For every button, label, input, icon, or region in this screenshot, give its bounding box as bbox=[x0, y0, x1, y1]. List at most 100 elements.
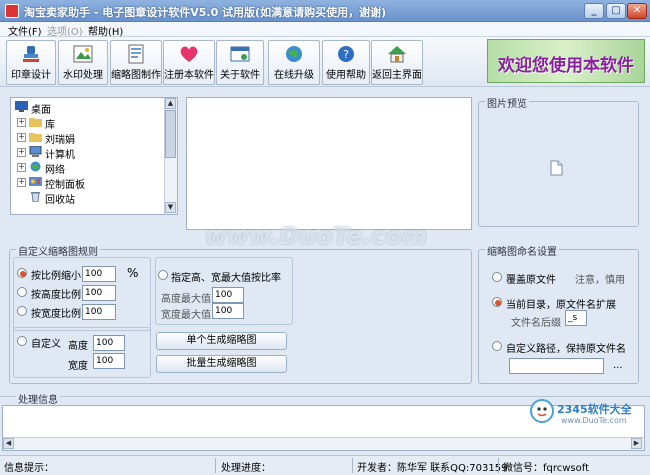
custom-width-input[interactable]: 100 bbox=[93, 353, 125, 369]
ratio-input[interactable]: 100 bbox=[82, 266, 116, 282]
preview-title: 图片预览 bbox=[485, 95, 529, 110]
minimize-button[interactable]: _ bbox=[584, 3, 604, 19]
current-dir-radio[interactable] bbox=[492, 297, 502, 307]
height-ratio-radio[interactable] bbox=[17, 287, 27, 297]
toolbar-label: 注册本软件 bbox=[164, 70, 214, 81]
scroll-left-arrow-icon[interactable]: ◀ bbox=[3, 438, 14, 449]
custom-path-input[interactable] bbox=[509, 358, 604, 374]
register-button[interactable]: 注册本软件 bbox=[163, 40, 215, 85]
toolbar-label: 返回主界面 bbox=[372, 70, 422, 81]
wechat-info: 微信号：fqrcwsoft bbox=[503, 463, 590, 474]
log-h-scrollbar[interactable]: ◀ ▶ bbox=[3, 437, 644, 450]
caution-note: 注意，慎用 bbox=[575, 275, 625, 286]
menu-options[interactable]: 选项(O) bbox=[47, 23, 83, 38]
custom-height-label: 高度 bbox=[68, 341, 88, 352]
seal-icon bbox=[23, 46, 39, 62]
toolbar-label: 水印处理 bbox=[63, 70, 103, 81]
menu-bar: 文件(F) 选项(O) 帮助(H) bbox=[0, 22, 650, 38]
status-progress-label: 处理进度： bbox=[221, 463, 271, 474]
mascot-icon bbox=[530, 399, 554, 423]
single-generate-button[interactable]: 单个生成缩略图 bbox=[156, 332, 287, 350]
status-separator bbox=[498, 458, 499, 473]
height-ratio-label: 按高度比例 bbox=[31, 290, 81, 301]
toolbar-label: 缩略图制作 bbox=[111, 70, 161, 81]
toolbar-label: 使用帮助 bbox=[326, 70, 366, 81]
computer-icon bbox=[29, 146, 42, 157]
blank-file-icon bbox=[550, 160, 563, 176]
menu-help[interactable]: 帮助(H) bbox=[88, 23, 123, 38]
thumbnail-rules-title: 自定义缩略图规则 bbox=[16, 243, 100, 258]
return-main-button[interactable]: 返回主界面 bbox=[371, 40, 423, 85]
site-watermark: 2345软件大全 www.DuoTe.com bbox=[527, 395, 645, 435]
watermark-button[interactable]: 水印处理 bbox=[58, 40, 108, 85]
expand-icon[interactable]: + bbox=[17, 133, 26, 142]
suffix-label: 文件名后缀 bbox=[511, 318, 561, 329]
menu-file[interactable]: 文件(F) bbox=[8, 23, 42, 38]
about-icon bbox=[230, 46, 250, 62]
custom-path-radio[interactable] bbox=[492, 341, 502, 351]
banner-text: 欢迎您使用本软件 bbox=[498, 56, 634, 76]
scroll-down-arrow-icon[interactable]: ▼ bbox=[165, 202, 176, 213]
file-list[interactable] bbox=[186, 97, 472, 230]
recycle-bin-icon bbox=[31, 192, 40, 202]
title-bar[interactable]: 淘宝卖家助手 - 电子图章设计软件V5.0 试用版(如满意请购买使用，谢谢) _… bbox=[0, 0, 650, 22]
site-watermark-url: www.DuoTe.com bbox=[561, 416, 627, 425]
width-ratio-input[interactable]: 100 bbox=[82, 304, 116, 320]
desktop-icon bbox=[15, 101, 28, 112]
thumbnail-rules-group: 自定义缩略图规则 按比例缩小 100 % 按高度比例 100 按宽度比例 100… bbox=[9, 243, 472, 384]
register-heart-icon bbox=[180, 46, 198, 62]
expand-icon[interactable]: + bbox=[17, 148, 26, 157]
folder-tree[interactable]: 桌面 + 库 + 刘瑞娟 + 计算机 + 网络 + 控制面板 回收站 ▲ ▼ bbox=[10, 97, 178, 215]
batch-generate-button[interactable]: 批量生成缩略图 bbox=[156, 355, 287, 373]
overwrite-radio[interactable] bbox=[492, 272, 502, 282]
expand-icon[interactable]: + bbox=[17, 163, 26, 172]
max-height-input[interactable]: 100 bbox=[212, 287, 244, 303]
seal-design-button[interactable]: 印章设计 bbox=[6, 40, 56, 85]
control-panel-icon bbox=[29, 177, 42, 186]
online-update-button[interactable]: 在线升级 bbox=[268, 40, 320, 85]
custom-radio[interactable] bbox=[17, 336, 27, 346]
custom-path-label: 自定义路径，保持原文件名 bbox=[506, 344, 626, 355]
overwrite-label: 覆盖原文件 bbox=[506, 275, 556, 286]
scroll-thumb[interactable] bbox=[165, 110, 176, 158]
status-separator bbox=[352, 458, 353, 473]
close-button[interactable]: ✕ bbox=[627, 3, 647, 19]
percent-label: % bbox=[127, 266, 139, 280]
custom-label: 自定义 bbox=[31, 339, 61, 350]
status-separator bbox=[215, 458, 216, 473]
app-icon bbox=[5, 4, 19, 18]
height-ratio-input[interactable]: 100 bbox=[82, 285, 116, 301]
scroll-up-arrow-icon[interactable]: ▲ bbox=[165, 98, 176, 109]
status-bar: 信息提示： 处理进度： 开发者：陈华军 联系QQ:703159 微信号：fqrc… bbox=[0, 455, 650, 475]
scroll-right-arrow-icon[interactable]: ▶ bbox=[631, 438, 642, 449]
thumbnail-icon bbox=[128, 44, 144, 64]
browse-button[interactable]: ... bbox=[613, 360, 623, 371]
home-icon bbox=[388, 46, 406, 63]
thumbnail-button[interactable]: 缩略图制作 bbox=[110, 40, 162, 85]
width-ratio-radio[interactable] bbox=[17, 306, 27, 316]
max-ratio-radio[interactable] bbox=[158, 270, 168, 280]
library-folder-icon bbox=[29, 118, 42, 127]
naming-group: 缩略图命名设置 覆盖原文件 注意，慎用 当前目录，原文件名扩展 文件名后缀 _s… bbox=[478, 243, 639, 384]
user-folder-icon bbox=[29, 133, 42, 142]
svg-text:?: ? bbox=[343, 48, 349, 61]
suffix-input[interactable]: _s bbox=[565, 310, 587, 326]
naming-title: 缩略图命名设置 bbox=[485, 243, 559, 258]
log-title: 处理信息 bbox=[16, 391, 60, 406]
custom-height-input[interactable]: 100 bbox=[93, 335, 125, 351]
expand-icon[interactable]: + bbox=[17, 118, 26, 127]
expand-icon[interactable]: + bbox=[17, 178, 26, 187]
ratio-radio[interactable] bbox=[17, 268, 27, 278]
max-width-label: 宽度最大值 bbox=[161, 310, 211, 321]
max-ratio-label: 指定高、宽最大值按比率 bbox=[171, 273, 281, 284]
preview-group: 图片预览 bbox=[478, 95, 639, 227]
usage-help-button[interactable]: ? 使用帮助 bbox=[322, 40, 370, 85]
developer-info: 开发者：陈华军 联系QQ:703159 bbox=[357, 463, 508, 474]
network-icon bbox=[30, 161, 41, 172]
toolbar-label: 关于软件 bbox=[220, 70, 260, 81]
max-width-input[interactable]: 100 bbox=[212, 303, 244, 319]
maximize-button[interactable]: □ bbox=[606, 3, 626, 19]
tree-scrollbar[interactable]: ▲ ▼ bbox=[164, 98, 177, 214]
about-button[interactable]: 关于软件 bbox=[216, 40, 264, 85]
update-icon bbox=[286, 46, 302, 62]
